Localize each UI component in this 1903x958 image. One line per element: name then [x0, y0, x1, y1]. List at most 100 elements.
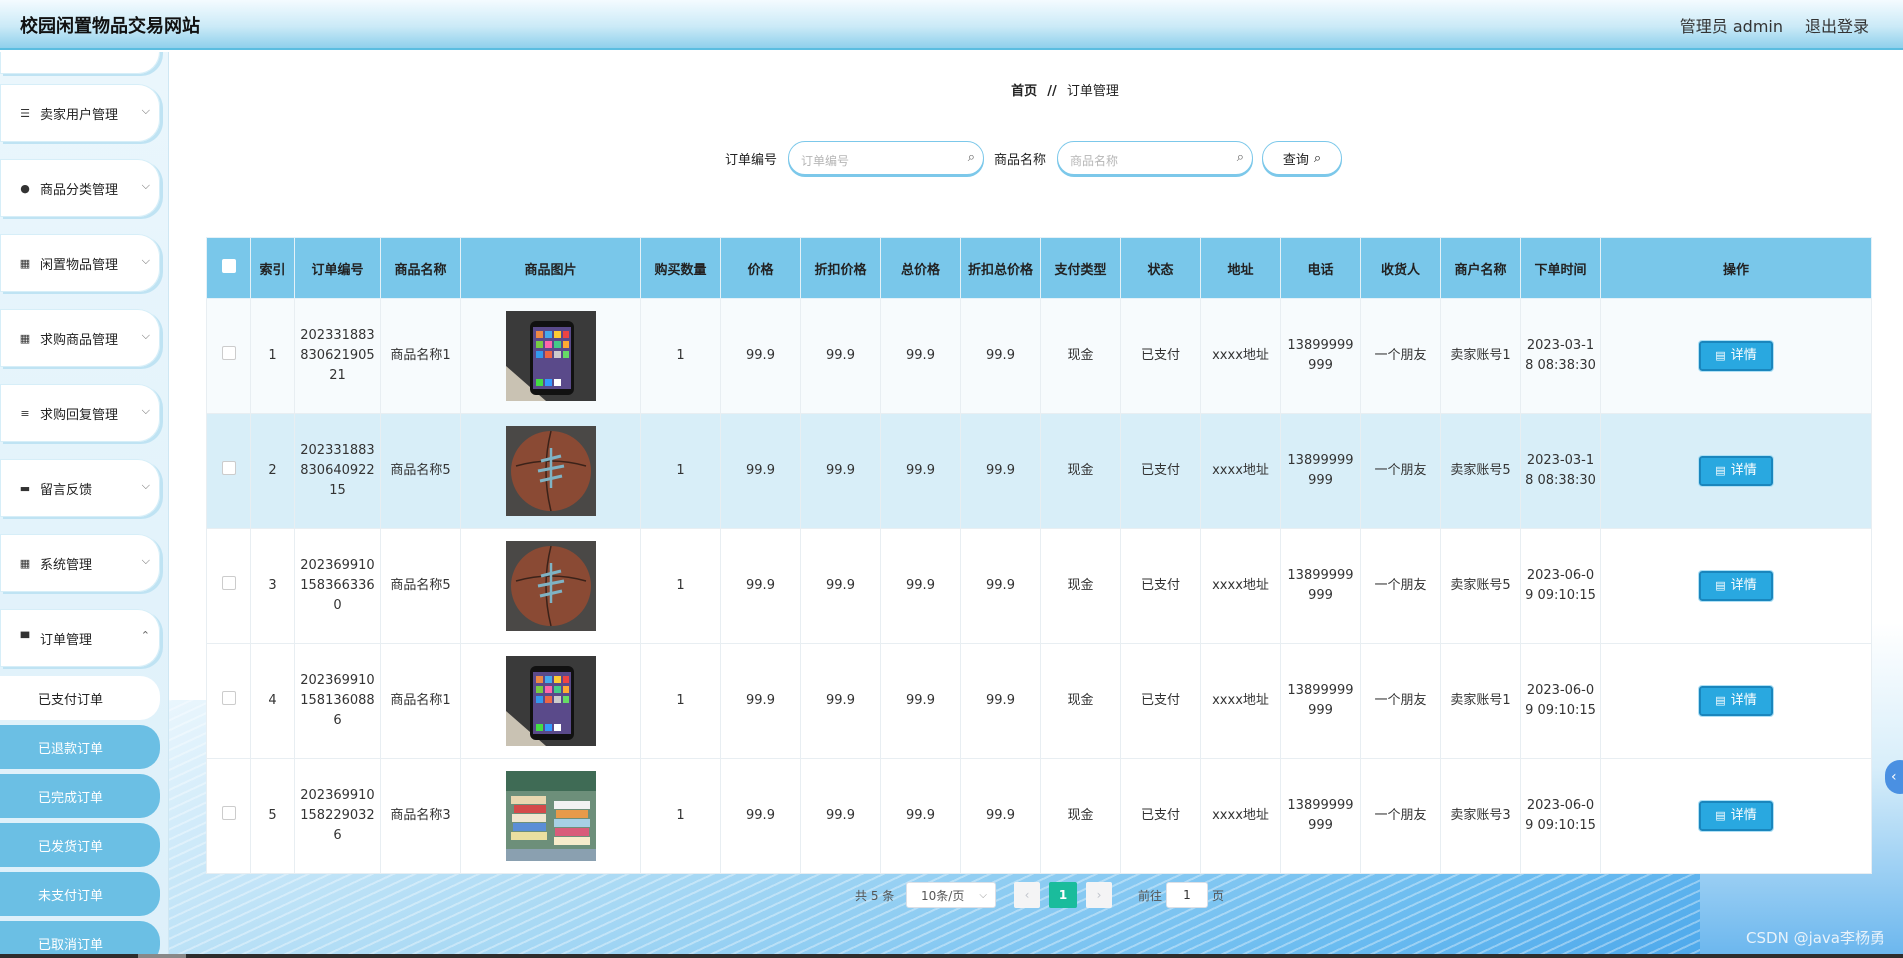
detail-button[interactable]: ▤ 详情 [1698, 800, 1774, 832]
cell-addr: xxxx地址 [1200, 643, 1281, 759]
table-row[interactable]: 5 2023699101582290326 商品名称3 1 99.9 99.9 99.9 99… [206, 758, 1872, 874]
submenu-completed-orders[interactable]: 已完成订单 [0, 774, 160, 818]
sidebar-item-wanted-goods[interactable]: ▦ 求购商品管理 ⌵ [0, 309, 160, 367]
page-size-select[interactable]: 10条/页 ⌵ [906, 882, 996, 908]
next-page-button[interactable]: › [1086, 882, 1112, 908]
sidebar-item-orders[interactable]: ▀ 订单管理 ⌃ [0, 609, 160, 667]
horizontal-scrollbar[interactable] [0, 954, 1903, 958]
col-header: 状态 [1120, 237, 1201, 299]
sidebar-item-label: 卖家用户管理 [40, 107, 119, 123]
detail-button[interactable]: ▤ 详情 [1698, 685, 1774, 717]
cell-index: 5 [250, 758, 295, 874]
cell-index: 3 [250, 528, 295, 644]
basketball-thumbnail [505, 426, 596, 516]
query-button[interactable]: 查询 ⌕ [1262, 141, 1342, 175]
detail-button-label: 详情 [1730, 808, 1757, 823]
select-all-checkbox[interactable] [221, 259, 236, 273]
cell-time: 2023-03-18 08:38:30 [1520, 413, 1601, 529]
cell-qty: 1 [640, 413, 721, 529]
scrollbar-thumb[interactable] [138, 954, 186, 958]
sidebar-item-category[interactable]: ● 商品分类管理 ⌵ [0, 159, 160, 217]
detail-button-label: 详情 [1730, 463, 1757, 478]
current-page[interactable]: 1 [1049, 882, 1077, 908]
row-select-cell[interactable] [206, 643, 251, 759]
detail-button-label: 详情 [1730, 348, 1757, 363]
table-row[interactable]: 2 20233188383064092215 商品名称5 1 99.9 99.9 99.9 9… [206, 413, 1872, 529]
submenu-paid-orders[interactable]: 已支付订单 [0, 676, 160, 720]
select-all-header[interactable] [206, 237, 251, 299]
cell-total: 99.9 [880, 413, 961, 529]
breadcrumb-current: 订单管理 [1066, 84, 1119, 99]
submenu-cancelled-orders[interactable]: 已取消订单 [0, 921, 160, 958]
col-header: 索引 [250, 237, 295, 299]
detail-button[interactable]: ▤ 详情 [1698, 570, 1774, 602]
row-select-cell[interactable] [206, 413, 251, 529]
row-checkbox[interactable] [221, 690, 236, 705]
col-header: 商品图片 [460, 237, 641, 299]
cell-disc-total: 99.9 [960, 643, 1041, 759]
cell-phone: 13899999999 [1280, 528, 1361, 644]
cell-addr: xxxx地址 [1200, 528, 1281, 644]
sidebar-item-idle-goods[interactable]: ▦ 闲置物品管理 ⌵ [0, 234, 160, 292]
row-checkbox[interactable] [221, 345, 236, 360]
table-row[interactable]: 4 2023699101581360886 商品名称1 1 99.9 99.9 99.9 99… [206, 643, 1872, 759]
sidebar-item-hidden[interactable] [0, 52, 160, 74]
cell-receiver: 一个朋友 [1360, 758, 1441, 874]
detail-button[interactable]: ▤ 详情 [1698, 340, 1774, 372]
cell-image [460, 643, 641, 759]
logout-link[interactable]: 退出登录 [1805, 13, 1869, 37]
sidebar-item-seller-users[interactable]: ☰ 卖家用户管理 ⌵ [0, 84, 160, 142]
submenu-refunded-orders[interactable]: 已退款订单 [0, 725, 160, 769]
goto-page-input[interactable]: 1 [1166, 882, 1208, 908]
table-header-row: 索引 订单编号 商品名称 商品图片 购买数量 价格 折扣价格 总价格 折扣总价格… [206, 237, 1872, 299]
cell-disc-total: 99.9 [960, 298, 1041, 414]
pagination: 共 5 条 10条/页 ⌵ ‹ 1 › 前往 1 页 [0, 882, 1903, 910]
sidebar-item-label: 求购回复管理 [40, 407, 119, 423]
cell-total: 99.9 [880, 643, 961, 759]
table-row[interactable]: 1 20233188383062190521 商品名称1 1 99.9 99.9 99.9 9… [206, 298, 1872, 414]
cell-price: 99.9 [720, 643, 801, 759]
sidebar-item-label: 系统管理 [40, 557, 93, 573]
cell-disc-total: 99.9 [960, 413, 1041, 529]
product-name-input[interactable]: 商品名称 ⌕ [1057, 141, 1253, 175]
cell-phone: 13899999999 [1280, 413, 1361, 529]
sidebar-item-system[interactable]: ▦ 系统管理 ⌵ [0, 534, 160, 592]
cell-total: 99.9 [880, 758, 961, 874]
col-header: 价格 [720, 237, 801, 299]
detail-button-label: 详情 [1730, 578, 1757, 593]
sidebar-item-label: 留言反馈 [40, 482, 93, 498]
cell-image [460, 298, 641, 414]
row-checkbox[interactable] [221, 575, 236, 590]
prev-page-button[interactable]: ‹ [1014, 882, 1040, 908]
cell-action: ▤ 详情 [1600, 758, 1872, 874]
books-thumbnail [505, 771, 596, 861]
cell-qty: 1 [640, 758, 721, 874]
grid-icon: ▦ [19, 256, 31, 270]
detail-button[interactable]: ▤ 详情 [1698, 455, 1774, 487]
order-no-placeholder: 订单编号 [801, 154, 850, 168]
row-checkbox[interactable] [221, 805, 236, 820]
row-select-cell[interactable] [206, 758, 251, 874]
row-select-cell[interactable] [206, 528, 251, 644]
table-row[interactable]: 3 2023699101583663360 商品名称5 1 99.9 99.9 99.9 99… [206, 528, 1872, 644]
sidebar-item-feedback[interactable]: ▬ 留言反馈 ⌵ [0, 459, 160, 517]
sidebar-item-wanted-replies[interactable]: ≡ 求购回复管理 ⌵ [0, 384, 160, 442]
cell-order-no: 2023699101582290326 [294, 758, 381, 874]
order-no-input[interactable]: 订单编号 ⌕ [788, 141, 984, 175]
cell-pay: 现金 [1040, 643, 1121, 759]
cell-order-no: 2023699101581360886 [294, 643, 381, 759]
cell-name: 商品名称5 [380, 413, 461, 529]
cell-merchant: 卖家账号1 [1440, 298, 1521, 414]
search-icon: ⌕ [1236, 150, 1244, 165]
row-select-cell[interactable] [206, 298, 251, 414]
sidebar-item-label: 求购商品管理 [40, 332, 119, 348]
submenu-unpaid-orders[interactable]: 未支付订单 [0, 872, 160, 916]
breadcrumb-home[interactable]: 首页 [1011, 84, 1037, 99]
cell-receiver: 一个朋友 [1360, 298, 1441, 414]
submenu-shipped-orders[interactable]: 已发货订单 [0, 823, 160, 867]
chevron-down-icon: ⌵ [141, 329, 150, 342]
cell-qty: 1 [640, 643, 721, 759]
row-checkbox[interactable] [221, 460, 236, 475]
query-button-label: 查询 [1282, 152, 1309, 168]
col-header: 商品名称 [380, 237, 461, 299]
